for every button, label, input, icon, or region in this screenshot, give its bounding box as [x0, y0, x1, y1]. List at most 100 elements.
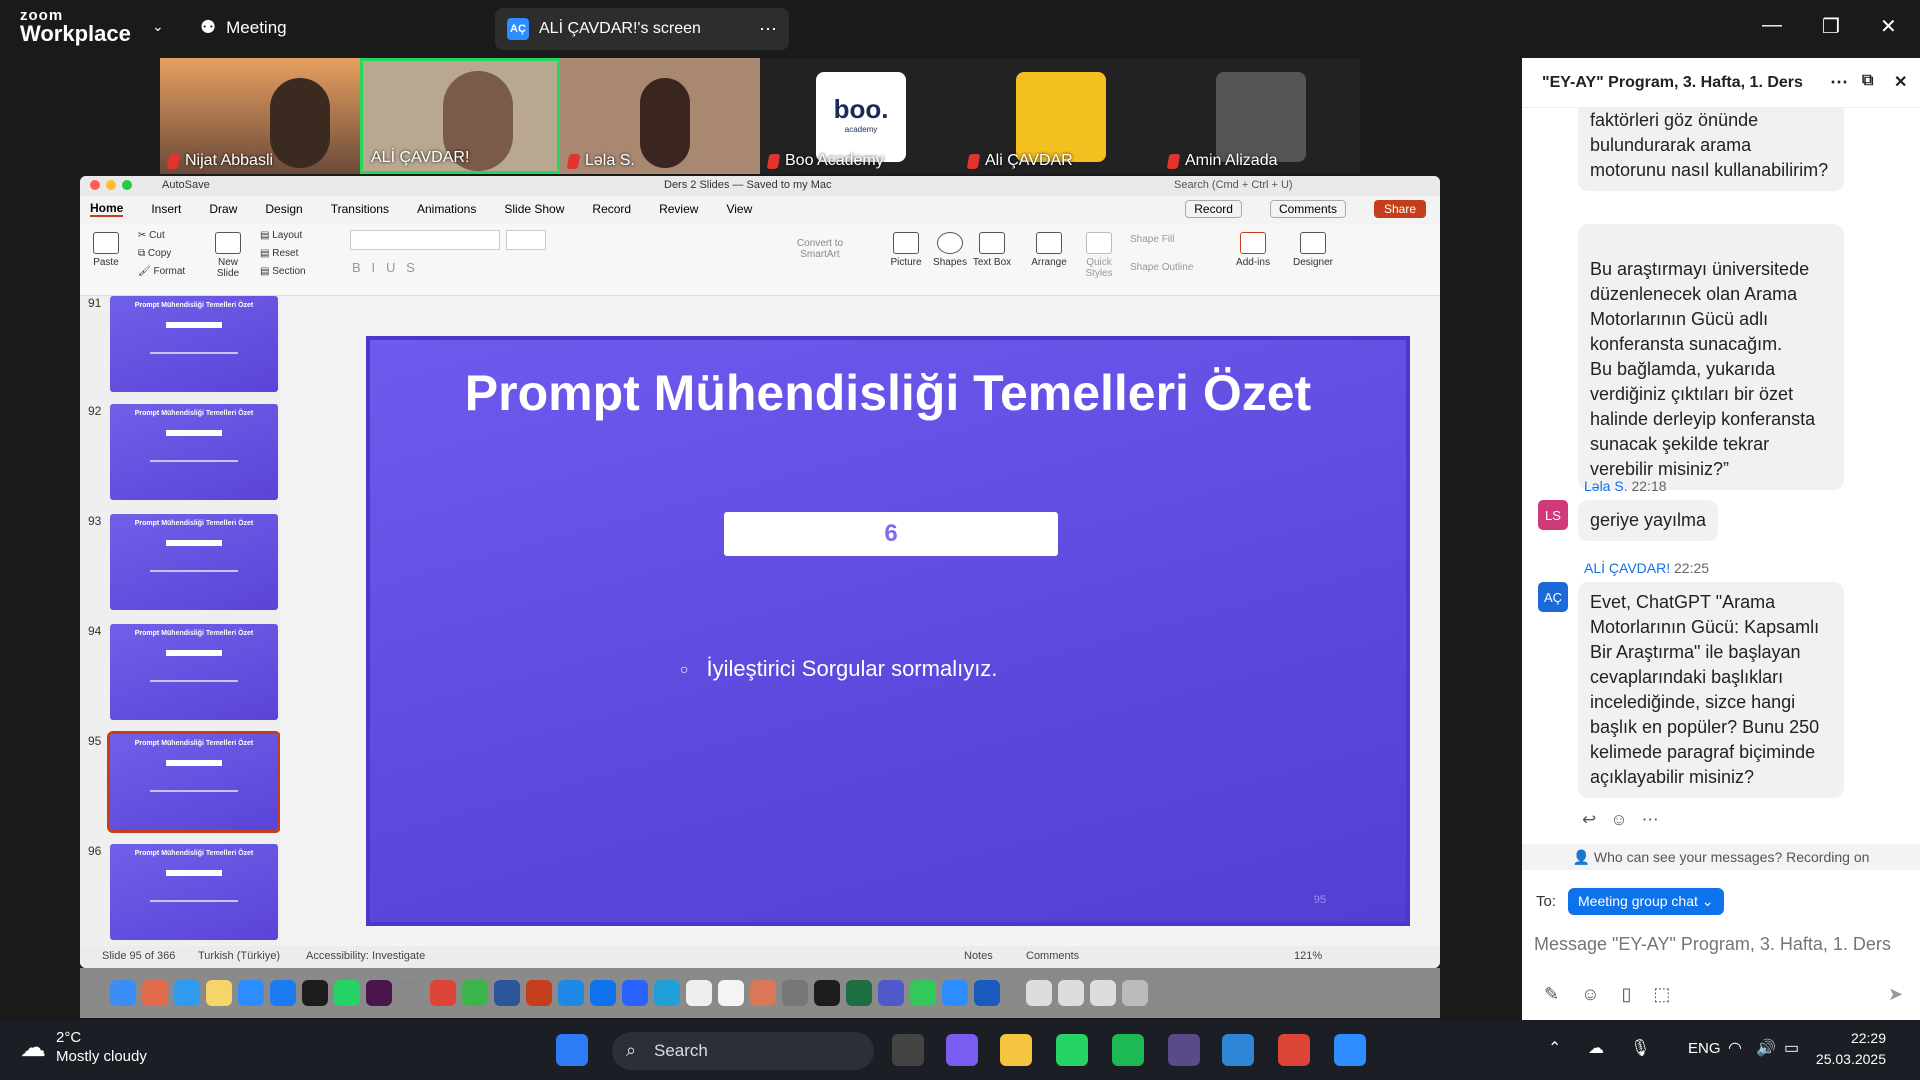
zoom-icon[interactable]: [238, 980, 264, 1006]
shapes-button[interactable]: Shapes: [930, 232, 970, 268]
network-icon[interactable]: ☁: [1588, 1038, 1604, 1058]
tab-animations[interactable]: Animations: [417, 202, 476, 216]
outlook-icon[interactable]: [974, 980, 1000, 1006]
tab-transitions[interactable]: Transitions: [331, 202, 389, 216]
meeting-menu[interactable]: ⚉ Meeting: [200, 17, 287, 38]
accessibility-status[interactable]: Accessibility: Investigate: [306, 950, 425, 962]
slide-thumbnail[interactable]: Prompt Mühendisliği Temelleri Özet: [110, 404, 278, 500]
zoom-icon[interactable]: [1334, 1034, 1366, 1066]
volume-icon[interactable]: 🔊: [1756, 1038, 1776, 1058]
chat-message[interactable]: Evet, ChatGPT "Arama Motorlarının Gücü: …: [1578, 582, 1844, 798]
app-icon[interactable]: [878, 980, 904, 1006]
more-icon[interactable]: ⋯: [1642, 810, 1659, 830]
screen-share-indicator[interactable]: AÇ ALİ ÇAVDAR!'s screen ⋯: [495, 8, 789, 50]
language-status[interactable]: Turkish (Türkiye): [198, 950, 280, 962]
tab-view[interactable]: View: [726, 202, 752, 216]
app-icon[interactable]: [622, 980, 648, 1006]
chat-message[interactable]: Bu araştırmayı üniversitede düzenlenecek…: [1578, 224, 1844, 490]
wifi-icon[interactable]: ◠: [1728, 1038, 1742, 1058]
slide-number-box[interactable]: 6: [724, 512, 1058, 556]
close-dot[interactable]: [90, 180, 100, 190]
pycharm-icon[interactable]: [302, 980, 328, 1006]
video-tile[interactable]: Ali ÇAVDAR: [960, 58, 1160, 174]
clock[interactable]: 22:29 25.03.2025: [1816, 1028, 1886, 1070]
chrome-icon[interactable]: [430, 980, 456, 1006]
zoom-dot[interactable]: [122, 180, 132, 190]
cut-button[interactable]: ✂ Cut: [138, 230, 165, 241]
video-tile[interactable]: Nijat Abbasli: [160, 58, 360, 174]
format-icon[interactable]: ✎: [1544, 984, 1559, 1005]
whatsapp-icon[interactable]: [334, 980, 360, 1006]
comments-status-button[interactable]: Comments: [1026, 950, 1079, 962]
messages-icon[interactable]: [910, 980, 936, 1006]
new-slide-button[interactable]: New Slide: [208, 232, 248, 279]
chat-message[interactable]: geriye yayılma: [1578, 500, 1719, 541]
safari-icon[interactable]: [174, 980, 200, 1006]
emoji-reaction-icon[interactable]: ☺: [1610, 810, 1627, 830]
zoom-level[interactable]: 121%: [1294, 950, 1322, 962]
notes-icon[interactable]: [206, 980, 232, 1006]
word-icon[interactable]: [494, 980, 520, 1006]
section-button[interactable]: ▤ Section: [260, 266, 306, 277]
chatgpt-icon[interactable]: [718, 980, 744, 1006]
tab-slide-show[interactable]: Slide Show: [504, 202, 564, 216]
zoom-icon[interactable]: [942, 980, 968, 1006]
whatsapp-icon[interactable]: [1056, 1034, 1088, 1066]
more-icon[interactable]: ⋯: [1830, 72, 1848, 93]
copilot-icon[interactable]: [946, 1034, 978, 1066]
tab-draw[interactable]: Draw: [209, 202, 237, 216]
send-icon[interactable]: ➤: [1888, 984, 1903, 1005]
chevron-down-icon[interactable]: ⌄: [152, 18, 164, 35]
format-painter-button[interactable]: 🖌 Format: [138, 266, 185, 277]
app-icon[interactable]: [558, 980, 584, 1006]
quick-styles-button[interactable]: Quick Styles: [1076, 232, 1122, 279]
trash-icon[interactable]: [1122, 980, 1148, 1006]
tab-insert[interactable]: Insert: [151, 202, 181, 216]
slide-title[interactable]: Prompt Mühendisliği Temelleri Özet: [370, 364, 1406, 422]
reply-icon[interactable]: ↩: [1582, 810, 1596, 830]
recipient-select[interactable]: Meeting group chat ⌄: [1568, 888, 1724, 915]
close-icon[interactable]: ✕: [1894, 72, 1907, 92]
task-view-icon[interactable]: [892, 1034, 924, 1066]
close-icon[interactable]: ✕: [1880, 14, 1897, 39]
share-button[interactable]: Share: [1373, 200, 1426, 218]
language-indicator[interactable]: ENG: [1688, 1040, 1721, 1057]
notes-button[interactable]: Notes: [964, 950, 993, 962]
paste-button[interactable]: Paste: [86, 232, 126, 268]
message-visibility-notice[interactable]: 👤 Who can see your messages? Recording o…: [1522, 844, 1920, 870]
terminal-icon[interactable]: [814, 980, 840, 1006]
shape-fill-button[interactable]: Shape Fill: [1130, 234, 1174, 245]
convert-smartart-button[interactable]: Convert to SmartArt: [780, 238, 860, 260]
launchpad-icon[interactable]: [142, 980, 168, 1006]
font-family-select[interactable]: [350, 230, 500, 250]
settings-icon[interactable]: [398, 980, 424, 1006]
addins-button[interactable]: Add-ins: [1230, 232, 1276, 268]
slide-canvas[interactable]: Prompt Mühendisliği Temelleri Özet 6 ○ İ…: [366, 336, 1410, 926]
battery-icon[interactable]: ▭: [1784, 1038, 1799, 1058]
slack-icon[interactable]: [366, 980, 392, 1006]
font-size-select[interactable]: [506, 230, 546, 250]
telegram-icon[interactable]: [654, 980, 680, 1006]
search-input[interactable]: Search (Cmd + Ctrl + U): [1174, 179, 1293, 191]
chevron-up-icon[interactable]: ⌃: [1548, 1038, 1561, 1058]
reset-button[interactable]: ▤ Reset: [260, 248, 298, 259]
shape-outline-button[interactable]: Shape Outline: [1130, 262, 1193, 273]
microphone-icon[interactable]: 🎙: [1630, 1038, 1650, 1058]
start-icon[interactable]: [556, 1034, 588, 1066]
slide-thumbnail[interactable]: Prompt Mühendisliği Temelleri Özet: [110, 296, 278, 392]
file-explorer-icon[interactable]: [1000, 1034, 1032, 1066]
app-icon[interactable]: [462, 980, 488, 1006]
excel-icon[interactable]: [846, 980, 872, 1006]
restore-icon[interactable]: ❐: [1822, 14, 1840, 39]
chat-message[interactable]: faktörleri göz önünde bulundurarak arama…: [1578, 108, 1844, 191]
screenshot-icon[interactable]: ⬚: [1653, 984, 1670, 1005]
weather-widget[interactable]: ☁ 2°C Mostly cloudy: [20, 1028, 147, 1066]
tab-review[interactable]: Review: [659, 202, 698, 216]
minimize-icon[interactable]: —: [1762, 14, 1782, 37]
app-icon[interactable]: [1168, 1034, 1200, 1066]
slide-thumbnail[interactable]: Prompt Mühendisliği Temelleri Özet: [110, 624, 278, 720]
comments-button[interactable]: Comments: [1269, 200, 1346, 218]
taskbar-search[interactable]: ⌕ Search: [612, 1032, 874, 1070]
textbox-button[interactable]: Text Box: [972, 232, 1012, 268]
tab-record[interactable]: Record: [592, 202, 631, 216]
